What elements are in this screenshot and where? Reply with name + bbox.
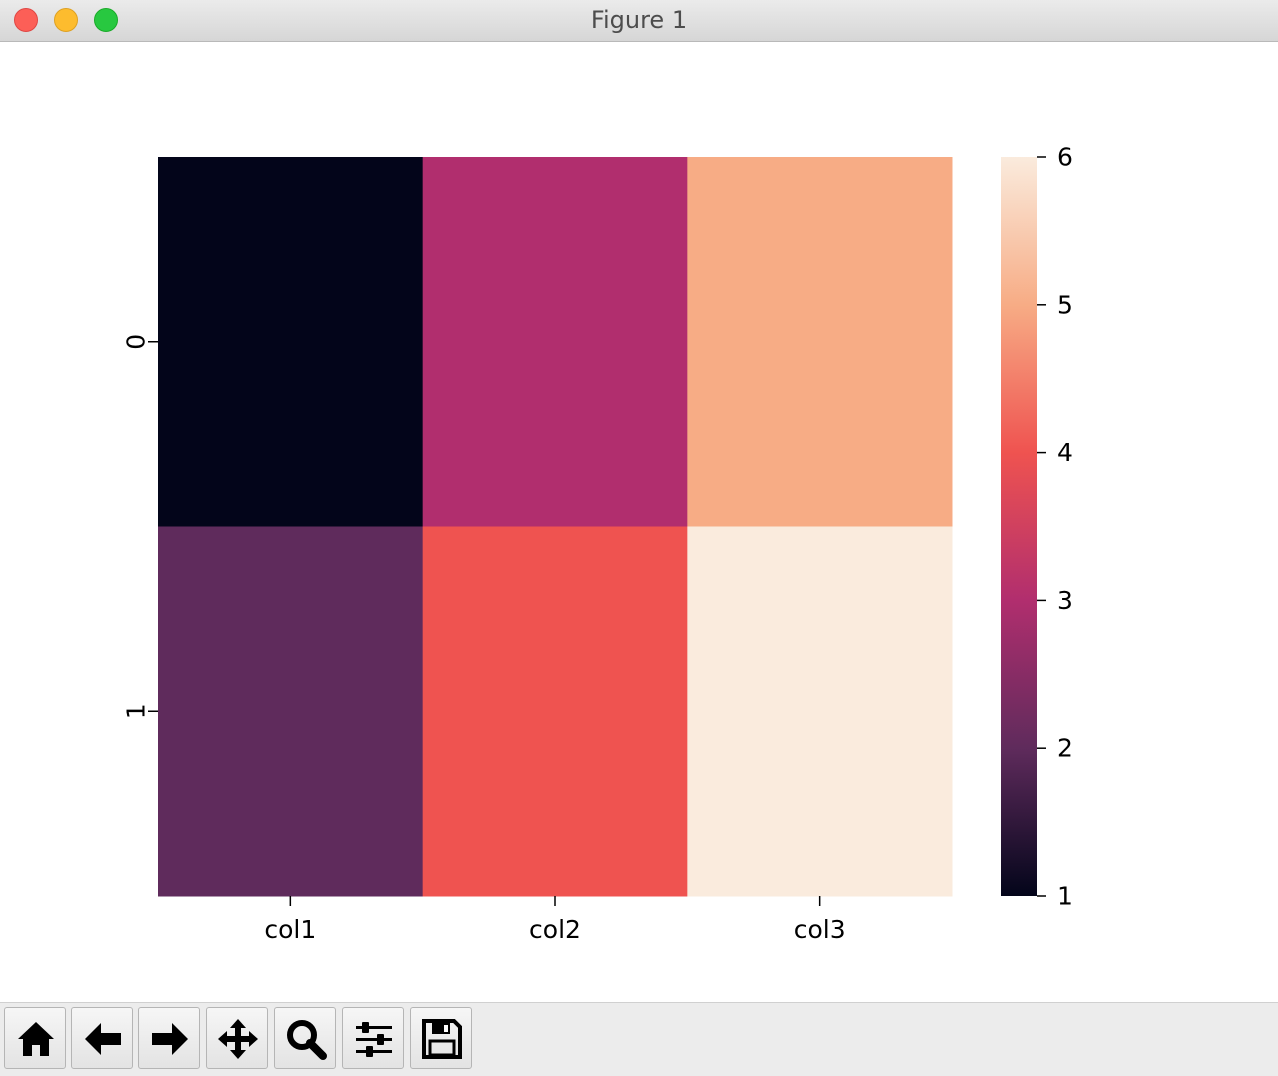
forward-button[interactable] [138, 1007, 200, 1069]
colorbar [1001, 157, 1037, 896]
x-tick-label: col3 [794, 915, 846, 944]
colorbar-tick-label: 5 [1057, 290, 1073, 319]
window-title: Figure 1 [590, 6, 688, 34]
back-button[interactable] [71, 1007, 133, 1069]
zoom-button[interactable] [274, 1007, 336, 1069]
heatmap-cell-0-col3 [687, 157, 953, 527]
figure-window: Figure 1 col1 col2 col3 01 123456 [0, 0, 1278, 1076]
heatmap-cell-1-col1 [158, 526, 424, 897]
colorbar-tick-label: 4 [1057, 438, 1073, 467]
heatmap-chart: col1 col2 col3 01 123456 [122, 143, 1073, 945]
heatmap-cell-0-col1 [158, 157, 424, 527]
configure-subplots-button[interactable] [342, 1007, 404, 1069]
y-axis: 01 [122, 334, 158, 719]
x-tick-label: col1 [264, 915, 316, 944]
navigation-toolbar [0, 1002, 1278, 1076]
pan-button[interactable] [206, 1007, 268, 1069]
colorbar-tick-label: 6 [1057, 143, 1073, 172]
floppy-disk-icon [422, 1019, 462, 1059]
home-button[interactable] [4, 1007, 66, 1069]
colorbar-tick-label: 3 [1057, 586, 1073, 615]
sliders-icon [356, 1022, 392, 1057]
title-bar: Figure 1 [0, 0, 1278, 42]
colorbar-tick-label: 2 [1057, 734, 1073, 763]
save-button[interactable] [410, 1007, 472, 1069]
move-icon [218, 1019, 258, 1059]
x-tick-label: col2 [529, 915, 581, 944]
figure-canvas: col1 col2 col3 01 123456 [0, 42, 1278, 1002]
magnifier-icon [287, 1020, 327, 1060]
heatmap-cell-0-col2 [422, 157, 688, 527]
heatmap-cells [158, 157, 953, 897]
home-icon [18, 1022, 54, 1056]
arrow-left-icon [85, 1023, 121, 1055]
x-axis: col1 col2 col3 [264, 896, 846, 944]
arrow-right-icon [152, 1023, 188, 1055]
colorbar-axis: 1 2 3 4 5 6 [1037, 143, 1073, 911]
heatmap-cell-1-col2 [422, 526, 688, 897]
y-tick-label: 1 [122, 703, 151, 719]
heatmap-cell-1-col3 [687, 526, 953, 897]
colorbar-tick-label: 1 [1057, 882, 1073, 911]
y-tick-label: 0 [122, 334, 151, 350]
